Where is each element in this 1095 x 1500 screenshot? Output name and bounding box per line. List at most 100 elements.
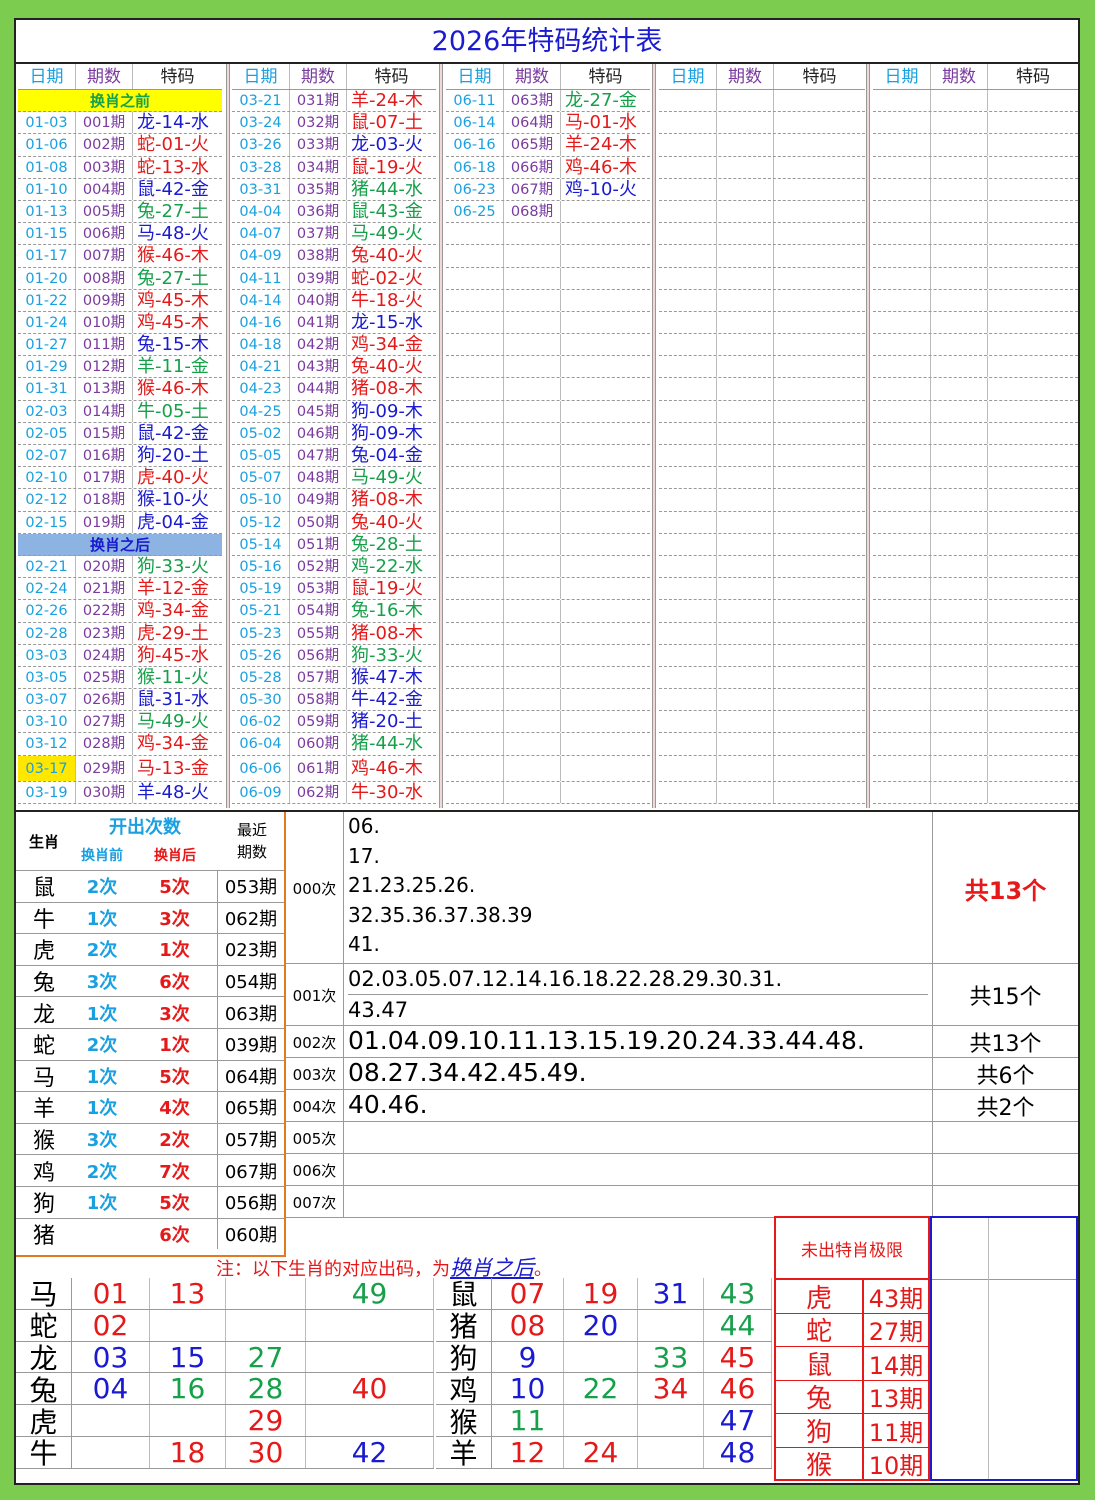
period-cell: 038期 [290,245,347,267]
date-cell: 01-27 [18,334,76,356]
date-cell [873,578,931,600]
code-cell [561,201,650,222]
table-row [659,178,865,201]
zodiac-number: 16 [150,1372,226,1405]
date-cell [873,600,931,622]
table-row: 06-02 059期 猪-20-土 [232,711,436,734]
frequency-line: 08.27.34.42.45.49. [348,1058,587,1087]
period-cell: 019期 [76,511,133,533]
period-cell: 001期 [76,112,133,134]
code-cell [988,556,1078,577]
zodiac-number: 08 [492,1309,564,1342]
frequency-numbers [348,1186,928,1218]
stats-recent: 060期 [224,1224,278,1246]
table-row [659,644,865,667]
table-row: 03-26 033期 龙-03-火 [232,134,436,157]
period-cell: 031期 [290,90,347,112]
date-cell: 01-20 [18,267,76,289]
date-cell [659,245,717,267]
code-cell [561,645,650,666]
period-cell: 047期 [290,445,347,467]
column-block-3: 日期 期数 特码 06-11 063期 龙-27-金 06-14 064期 马-01-水 0… [446,64,650,808]
table-row [446,578,650,601]
stats-sheet: 2026年特码统计表 日期 期数 特码 换肖之前 01-03 001期 龙-14-水… [14,18,1080,1485]
code-cell [988,356,1078,377]
zodiac-number [72,1436,150,1468]
code-cell [988,134,1078,155]
table-row [659,755,865,782]
code-cell: 兔-27-土 [137,267,209,289]
date-cell [659,178,717,200]
table-row: 05-30 058期 牛-42-金 [232,689,436,712]
table-row [873,578,1078,601]
date-cell [659,489,717,511]
code-cell [561,312,650,333]
stats-after: 6次 [132,1218,218,1250]
period-cell: 034期 [290,156,347,178]
date-cell: 06-14 [446,112,504,134]
table-row [446,489,650,512]
zodiac-number [306,1309,434,1341]
table-row [873,112,1078,135]
zodiac-number [638,1309,704,1341]
table-row: 03-21 031期 羊-24-木 [232,90,436,113]
zodiac-number: 03 [72,1341,150,1374]
date-cell: 03-21 [232,90,290,112]
period-cell [717,644,774,666]
code-cell: 鸡-46-木 [565,156,637,178]
limit-row: 猴 10期 [776,1447,928,1481]
table-row [873,356,1078,379]
section-after-label: 换肖之后 [18,533,222,556]
zodiac-number: 44 [704,1309,772,1342]
stats-row: 猪 6次 060期 [16,1217,284,1250]
column-header: 日期 期数 特码 [232,64,436,90]
date-cell: 03-05 [18,666,76,689]
period-cell [717,134,774,156]
date-cell [446,511,504,533]
frequency-row: 003次 08.27.34.42.45.49. 共6个 [286,1058,1078,1090]
code-cell: 牛-42-金 [351,689,423,711]
header-period: 期数 [504,64,561,89]
table-row [659,489,865,512]
code-cell: 猴-47-木 [351,666,423,688]
code-cell [774,245,865,266]
table-row: 01-08 003期 蛇-13-水 [18,156,222,179]
date-cell: 06-06 [232,755,290,781]
period-cell: 018期 [76,489,133,511]
header-date: 日期 [232,64,290,89]
code-cell [774,90,865,111]
date-cell: 05-19 [232,578,290,600]
period-cell: 020期 [76,555,133,578]
stats-row: 羊 1次 4次 065期 [16,1091,284,1123]
table-row: 06-04 060期 猪-44-水 [232,733,436,756]
stats-before: 3次 [86,1130,118,1152]
zodiac-name: 兔 [16,1373,72,1407]
code-cell [988,600,1078,621]
code-cell: 蛇-13-水 [137,156,209,178]
zodiac-number-row: 羊 12 24 48 [436,1436,772,1470]
blank-box [930,1216,1078,1481]
zodiac-number [306,1341,434,1373]
zodiac-number-row: 鸡 10 22 34 46 [436,1372,772,1407]
table-row [659,467,865,490]
stats-before: 1次 [86,1193,118,1215]
limit-row: 鼠 14期 [776,1347,928,1381]
code-cell [561,467,650,488]
date-cell [873,644,931,666]
code-cell [988,512,1078,533]
code-cell: 猪-08-木 [351,378,423,400]
frequency-total: 共2个 [932,1090,1078,1122]
limit-row: 蛇 27期 [776,1313,928,1347]
frequency-row: 007次 [286,1186,1078,1218]
period-cell: 057期 [290,666,347,689]
frequency-total: 共13个 [932,1026,1078,1058]
period-cell: 061期 [290,755,347,781]
stats-after: 5次 [132,1060,218,1092]
date-cell: 05-23 [232,622,290,644]
code-cell [988,423,1078,444]
period-cell [931,489,988,511]
period-cell: 004期 [76,178,133,200]
period-cell [931,781,988,803]
period-cell [717,781,774,803]
code-cell [561,756,650,781]
